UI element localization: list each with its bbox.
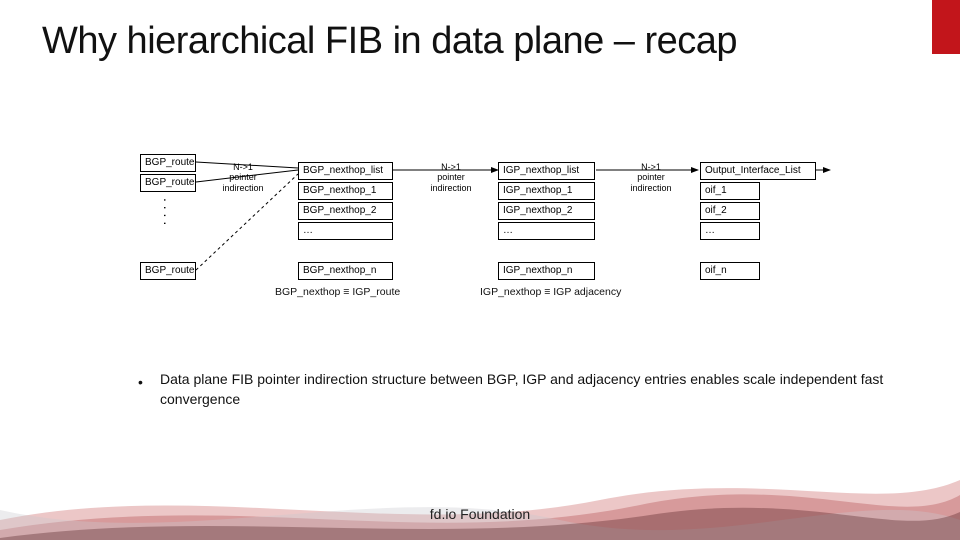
indirection-3: N->1 pointer indirection <box>625 162 677 193</box>
footer: fd.io Foundation <box>0 506 960 522</box>
box-bgp-nexthop-1: BGP_nexthop_1 <box>298 182 393 200</box>
box-bgp-nexthop-n: BGP_nexthop_n <box>298 262 393 280</box>
accent-bar <box>932 0 960 54</box>
box-oif-head: Output_Interface_List <box>700 162 816 180</box>
caption-igp: IGP_nexthop ≡ IGP adjacency <box>480 286 621 298</box>
box-igp-nexthop-ell: … <box>498 222 595 240</box>
box-igp-nexthop-head: IGP_nexthop_list <box>498 162 595 180</box>
indir1-l1: N->1 <box>217 162 269 172</box>
diagram: BGP_route BGP_route . . . . BGP_route N-… <box>0 140 960 340</box>
box-bgp-route-1: BGP_route <box>140 154 196 172</box>
background-swoosh <box>0 420 960 540</box>
indir1-l2: pointer <box>217 172 269 182</box>
vdots: . . . . <box>166 198 171 225</box>
box-bgp-nexthop-head: BGP_nexthop_list <box>298 162 393 180</box>
box-igp-nexthop-1: IGP_nexthop_1 <box>498 182 595 200</box>
box-bgp-nexthop-ell: … <box>298 222 393 240</box>
slide-title: Why hierarchical FIB in data plane – rec… <box>42 20 737 63</box>
bullet-text: Data plane FIB pointer indirection struc… <box>160 371 883 407</box>
indir1-l3: indirection <box>217 183 269 193</box>
indir3-l2: pointer <box>625 172 677 182</box>
caption-bgp: BGP_nexthop ≡ IGP_route <box>275 286 400 298</box>
indir2-l3: indirection <box>425 183 477 193</box>
indir2-l2: pointer <box>425 172 477 182</box>
indirection-2: N->1 pointer indirection <box>425 162 477 193</box>
slide: Why hierarchical FIB in data plane – rec… <box>0 0 960 540</box>
box-oif-1: oif_1 <box>700 182 760 200</box>
indirection-1: N->1 pointer indirection <box>217 162 269 193</box>
box-oif-2: oif_2 <box>700 202 760 220</box>
bullet-dot-icon: • <box>138 373 143 393</box>
box-igp-nexthop-n: IGP_nexthop_n <box>498 262 595 280</box>
indir3-l1: N->1 <box>625 162 677 172</box>
box-bgp-route-n: BGP_route <box>140 262 196 280</box>
box-oif-n: oif_n <box>700 262 760 280</box>
box-igp-nexthop-2: IGP_nexthop_2 <box>498 202 595 220</box>
box-bgp-nexthop-2: BGP_nexthop_2 <box>298 202 393 220</box>
box-oif-ell: … <box>700 222 760 240</box>
bullet-1: • Data plane FIB pointer indirection str… <box>160 370 900 409</box>
indir2-l1: N->1 <box>425 162 477 172</box>
box-bgp-route-2: BGP_route <box>140 174 196 192</box>
indir3-l3: indirection <box>625 183 677 193</box>
